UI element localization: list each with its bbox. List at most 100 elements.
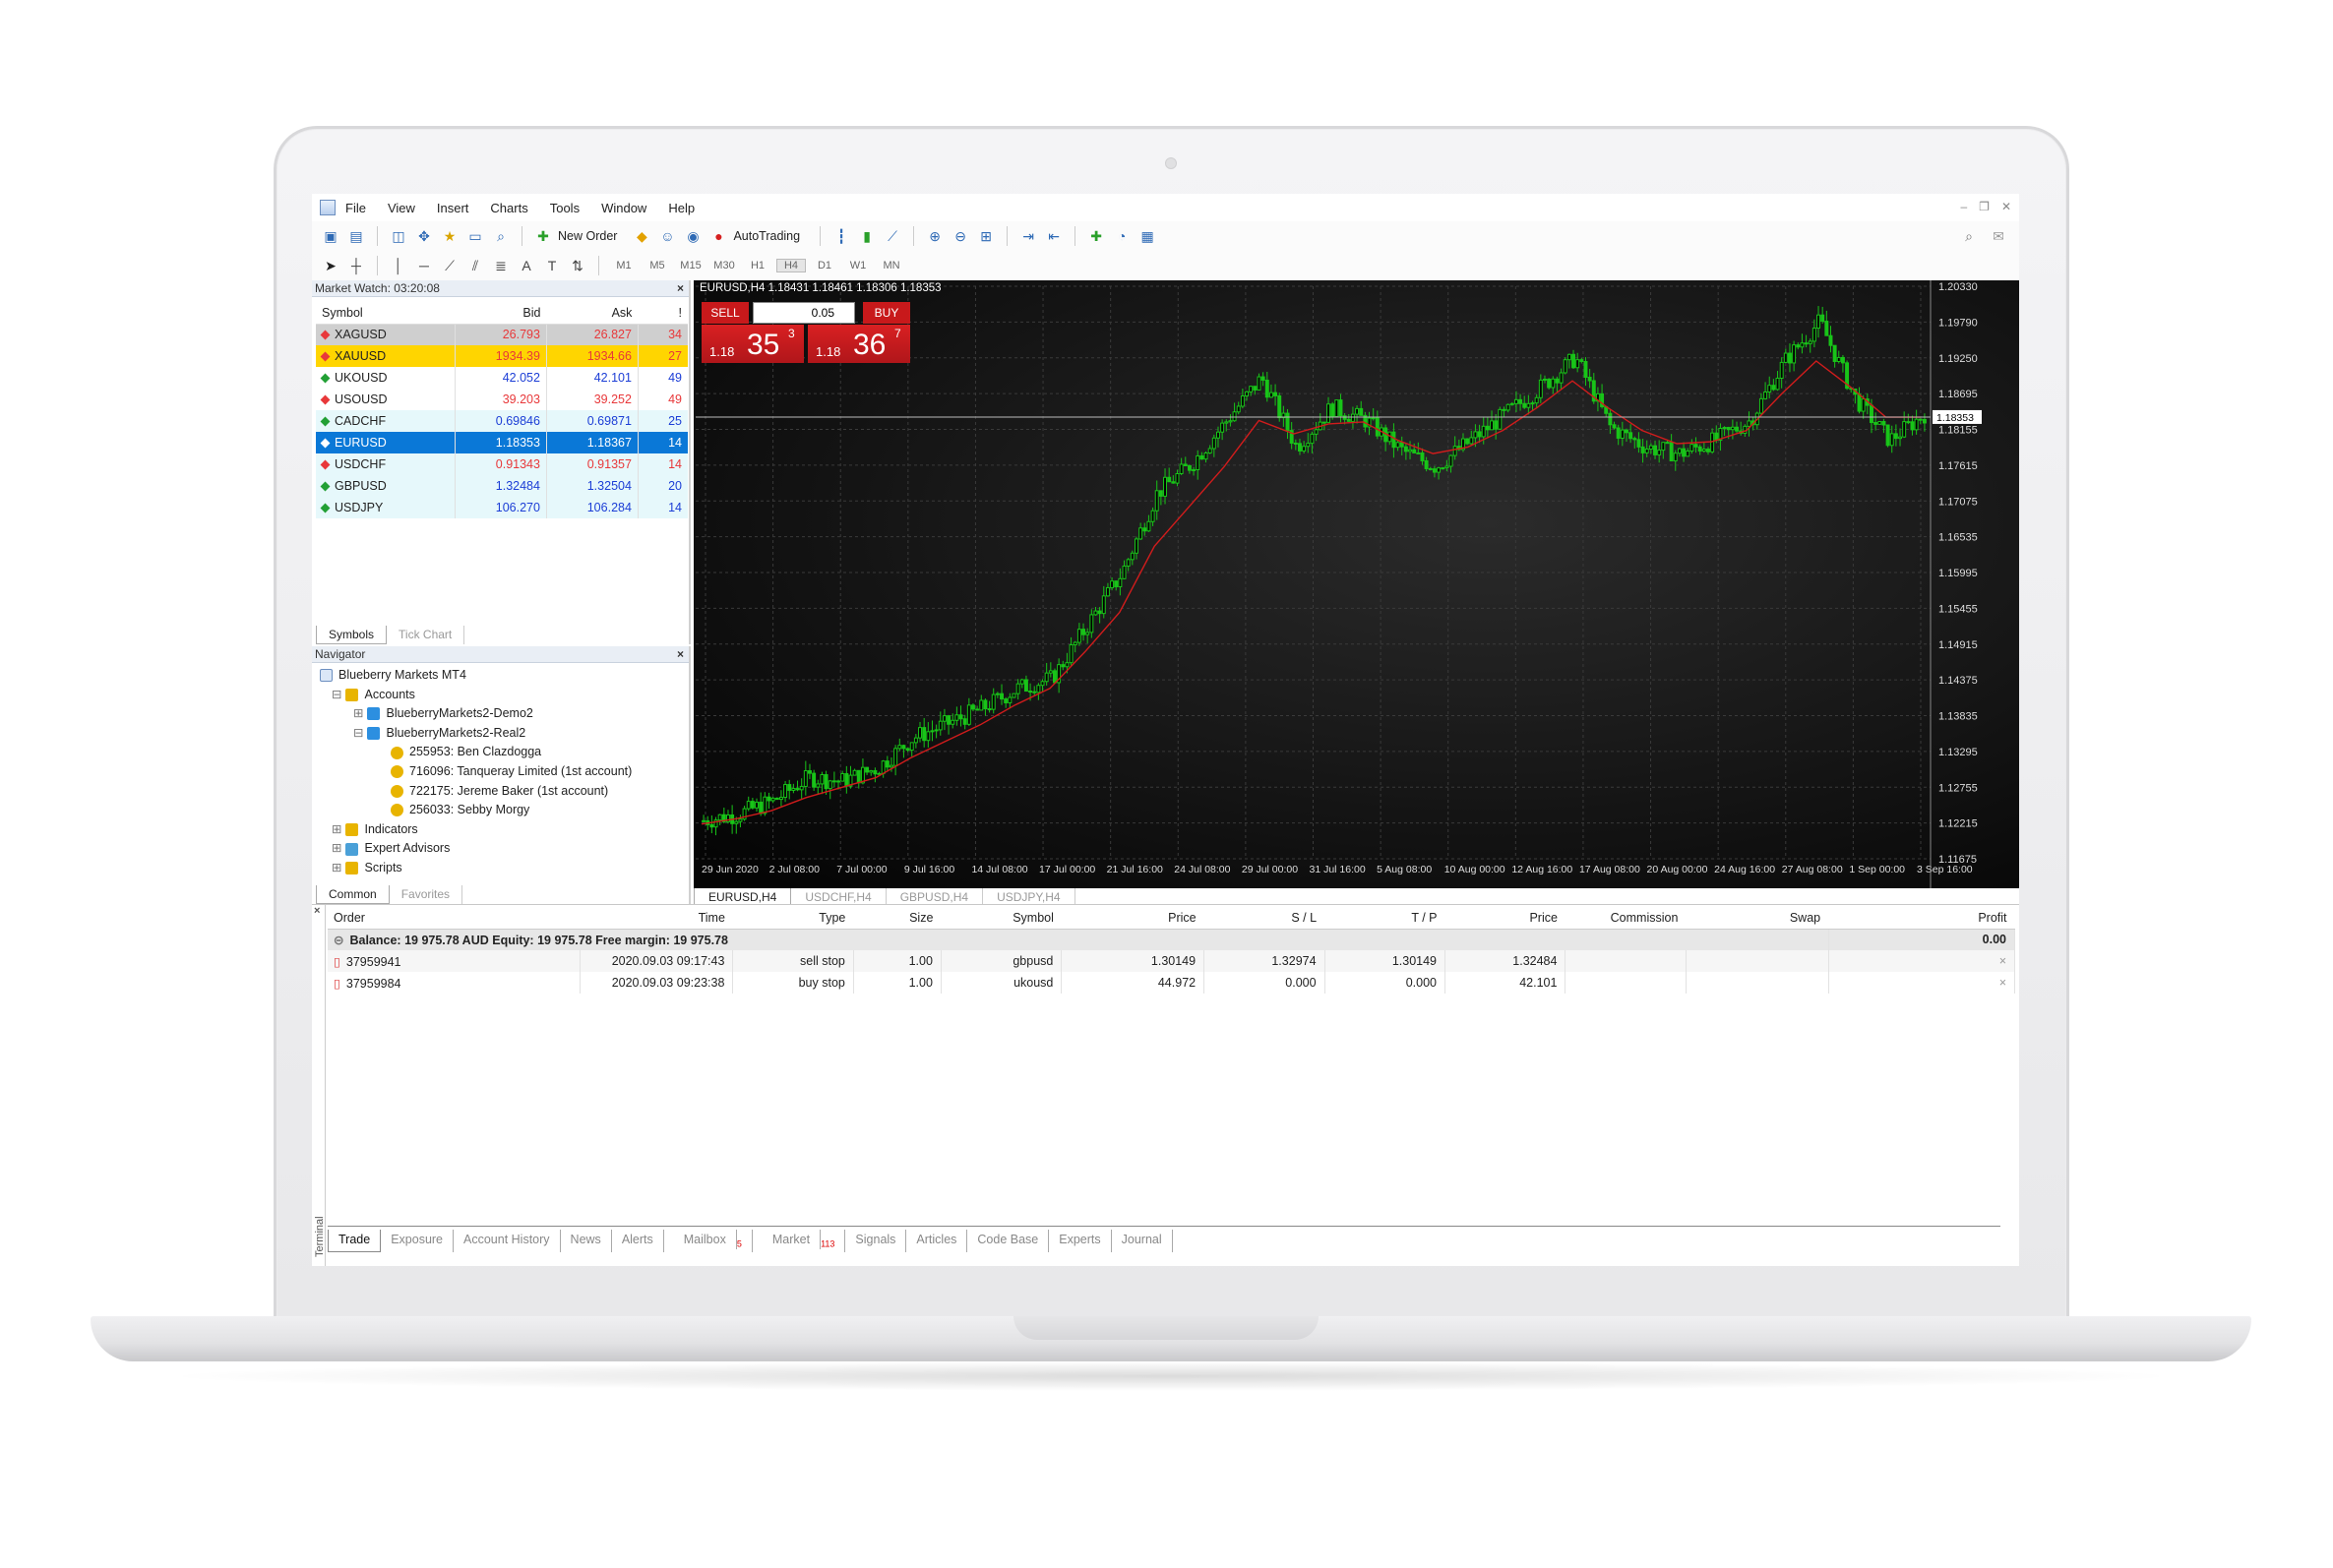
- channel-icon[interactable]: ⫽: [464, 255, 486, 276]
- column-header[interactable]: Type: [732, 907, 854, 930]
- column-header[interactable]: Commission: [1565, 907, 1687, 930]
- price-chart[interactable]: 1.20330 1.19790 1.19250 1.18695 1.18155 1.176…: [694, 280, 2019, 888]
- profiles-icon[interactable]: ▤: [345, 225, 367, 247]
- tree-indicators[interactable]: ⊞ Indicators: [320, 820, 632, 840]
- close-order-icon[interactable]: ×: [1999, 954, 2006, 968]
- close-icon[interactable]: ×: [677, 280, 684, 296]
- text-icon[interactable]: A: [516, 255, 537, 276]
- expand-icon[interactable]: ⊞: [353, 706, 363, 720]
- terminal-icon[interactable]: ▭: [464, 225, 486, 247]
- column-header[interactable]: Bid: [455, 302, 547, 325]
- tab-alerts[interactable]: Alerts: [612, 1230, 664, 1252]
- tester-icon[interactable]: ⌕: [490, 225, 512, 247]
- cursor-icon[interactable]: ➤: [320, 255, 341, 276]
- restore-icon[interactable]: ❐: [1979, 200, 1990, 213]
- tree-accounts[interactable]: ⊟ Accounts: [320, 686, 632, 705]
- menu-tools[interactable]: Tools: [550, 201, 580, 215]
- tab-trade[interactable]: Trade: [328, 1230, 382, 1252]
- tab-symbols[interactable]: Symbols: [316, 626, 388, 644]
- autotrading-icon[interactable]: ●: [707, 225, 729, 247]
- new-order-button[interactable]: New Order: [558, 229, 617, 243]
- tab-mailbox[interactable]: Mailbox 5: [664, 1230, 753, 1252]
- autotrading-button[interactable]: AutoTrading: [733, 229, 800, 243]
- tree-account[interactable]: 716096: Tanqueray Limited (1st account): [320, 762, 632, 782]
- candlestick-icon[interactable]: ▮: [856, 225, 878, 247]
- market-watch-icon[interactable]: ◫: [388, 225, 409, 247]
- tree-server-demo[interactable]: ⊞ BlueberryMarkets2-Demo2: [320, 704, 632, 724]
- tab-exposure[interactable]: Exposure: [381, 1230, 455, 1252]
- trendline-icon[interactable]: ⟋: [439, 255, 460, 276]
- timeframe-h1[interactable]: H1: [743, 260, 772, 271]
- market-watch-row[interactable]: USDCHF 0.91343 0.91357 14: [316, 453, 688, 475]
- column-header[interactable]: Price: [1061, 907, 1204, 930]
- timeframe-w1[interactable]: W1: [843, 260, 873, 271]
- tab-market[interactable]: Market 113: [753, 1230, 846, 1252]
- label-icon[interactable]: T: [541, 255, 563, 276]
- close-icon[interactable]: ×: [677, 646, 684, 662]
- tab-common[interactable]: Common: [316, 885, 390, 904]
- tree-account[interactable]: 255953: Ben Clazdogga: [320, 743, 632, 762]
- tab-account-history[interactable]: Account History: [454, 1230, 561, 1252]
- market-watch-row[interactable]: XAGUSD 26.793 26.827 34: [316, 324, 688, 345]
- autoscroll-icon[interactable]: ⇥: [1017, 225, 1039, 247]
- indicators-icon[interactable]: ✚: [1085, 225, 1107, 247]
- menu-view[interactable]: View: [388, 201, 415, 215]
- tab-news[interactable]: News: [561, 1230, 612, 1252]
- market-watch-row[interactable]: CADCHF 0.69846 0.69871 25: [316, 410, 688, 432]
- tree-server-real[interactable]: ⊟ BlueberryMarkets2-Real2: [320, 724, 632, 744]
- menu-help[interactable]: Help: [668, 201, 695, 215]
- navigator-icon[interactable]: ★: [439, 225, 460, 247]
- chat-icon[interactable]: ✉: [1988, 225, 2009, 247]
- metaeditor-icon[interactable]: ◆: [631, 225, 652, 247]
- column-header[interactable]: Symbol: [316, 302, 456, 325]
- close-order-icon[interactable]: ×: [1999, 976, 2006, 990]
- new-order-icon[interactable]: ✚: [532, 225, 554, 247]
- minimize-icon[interactable]: –: [1960, 200, 1967, 213]
- market-watch-row[interactable]: GBPUSD 1.32484 1.32504 20: [316, 475, 688, 497]
- market-watch-row[interactable]: USOUSD 39.203 39.252 49: [316, 389, 688, 410]
- tab-tick-chart[interactable]: Tick Chart: [387, 626, 465, 644]
- column-header[interactable]: Ask: [546, 302, 639, 325]
- tree-account[interactable]: 256033: Sebby Morgy: [320, 801, 632, 820]
- timeframe-m1[interactable]: M1: [609, 260, 639, 271]
- tree-root[interactable]: Blueberry Markets MT4: [320, 666, 632, 686]
- users-icon[interactable]: ☺: [656, 225, 678, 247]
- column-header[interactable]: Profit: [1828, 907, 2015, 930]
- market-watch-row[interactable]: XAUUSD 1934.39 1934.66 27: [316, 345, 688, 367]
- timeframe-m5[interactable]: M5: [643, 260, 672, 271]
- collapse-icon[interactable]: ⊟: [353, 726, 363, 740]
- column-header[interactable]: Swap: [1686, 907, 1829, 930]
- collapse-icon[interactable]: ⊟: [332, 688, 341, 701]
- market-watch-row[interactable]: EURUSD 1.18353 1.18367 14: [316, 432, 688, 453]
- tab-experts[interactable]: Experts: [1049, 1230, 1112, 1252]
- buy-price[interactable]: 1.18 36 7: [808, 325, 910, 363]
- column-header[interactable]: Size: [853, 907, 942, 930]
- tab-journal[interactable]: Journal: [1112, 1230, 1173, 1252]
- menu-charts[interactable]: Charts: [490, 201, 527, 215]
- tree-scripts[interactable]: ⊞ Scripts: [320, 859, 632, 878]
- tab-favorites[interactable]: Favorites: [390, 885, 463, 904]
- fibonacci-icon[interactable]: ≣: [490, 255, 512, 276]
- timeframe-m30[interactable]: M30: [709, 260, 739, 271]
- menu-window[interactable]: Window: [601, 201, 646, 215]
- horizontal-line-icon[interactable]: ─: [413, 255, 435, 276]
- tile-windows-icon[interactable]: ⊞: [975, 225, 997, 247]
- arrows-icon[interactable]: ⇅: [567, 255, 588, 276]
- order-row[interactable]: ▯ 37959984 2020.09.03 09:23:38 buy stop 1.00…: [328, 972, 2016, 994]
- vertical-line-icon[interactable]: │: [388, 255, 409, 276]
- column-header[interactable]: S / L: [1203, 907, 1325, 930]
- timeframe-m15[interactable]: M15: [676, 260, 706, 271]
- column-header[interactable]: Time: [580, 907, 733, 930]
- chart-shift-icon[interactable]: ⇤: [1043, 225, 1065, 247]
- line-chart-icon[interactable]: ⟋: [882, 225, 903, 247]
- market-watch-row[interactable]: USDJPY 106.270 106.284 14: [316, 497, 688, 518]
- column-header[interactable]: !: [638, 302, 688, 325]
- timeframe-d1[interactable]: D1: [810, 260, 839, 271]
- search-icon[interactable]: ⌕: [1958, 225, 1980, 247]
- column-header[interactable]: T / P: [1324, 907, 1445, 930]
- sell-price[interactable]: 1.18 35 3: [702, 325, 804, 363]
- expand-icon[interactable]: ⊞: [332, 822, 341, 836]
- expand-icon[interactable]: ⊞: [332, 861, 341, 874]
- tree-experts[interactable]: ⊞ Expert Advisors: [320, 839, 632, 859]
- crosshair-icon[interactable]: ┼: [345, 255, 367, 276]
